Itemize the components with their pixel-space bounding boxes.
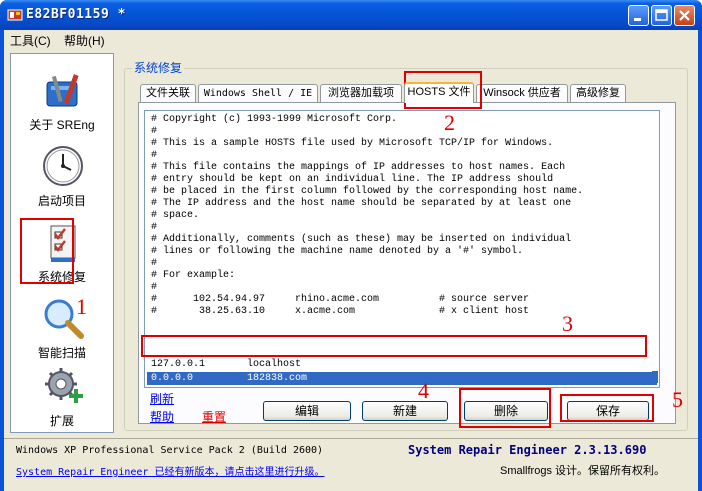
hosts-line: # (151, 126, 158, 137)
hosts-line: # 102.54.94.97 rhino.acme.com # source s… (151, 294, 530, 305)
annotation-number-4: 4 (418, 378, 429, 403)
tab-advanced-repair[interactable]: 高级修复 (570, 84, 626, 102)
tab-windows-shell-ie[interactable]: Windows Shell / IE (198, 84, 318, 102)
client-area: 工具(C) 帮助(H) 关于 SREng 启动项目 系统修复 智能扫描 扩展 系… (4, 30, 698, 491)
close-icon (679, 10, 690, 21)
annotation-box-delete (459, 388, 551, 428)
hosts-line: # (151, 282, 158, 293)
hosts-line: # (151, 258, 158, 269)
hosts-line: # The IP address and the host name shoul… (151, 198, 572, 209)
window-title: E82BF01159 * (26, 7, 126, 22)
maximize-button[interactable] (651, 5, 672, 26)
selection-end-marker (652, 371, 658, 383)
minimize-button[interactable] (628, 5, 649, 26)
annotation-box-save (560, 394, 654, 422)
sidebar-item-extensions[interactable]: 扩展 (11, 358, 113, 434)
hosts-line: # Copyright (c) 1993-1999 Microsoft Corp… (151, 114, 398, 125)
minimize-icon (634, 18, 641, 21)
hosts-line: # This file contains the mappings of IP … (151, 162, 566, 173)
new-button[interactable]: 新建 (362, 401, 448, 421)
edit-button[interactable]: 编辑 (263, 401, 351, 421)
sidebar-item-startup[interactable]: 启动项目 (11, 138, 113, 214)
app-version-title: System Repair Engineer 2.3.13.690 (408, 443, 647, 457)
refresh-link[interactable]: 刷新 (150, 390, 174, 407)
hosts-selected-line[interactable]: 0.0.0.0 182838.com (147, 372, 657, 385)
reset-link[interactable]: 重置 (202, 408, 226, 425)
hosts-line: # 38.25.63.10 x.acme.com # x client host (151, 306, 530, 317)
close-button[interactable] (674, 5, 695, 26)
maximize-icon (655, 9, 668, 21)
tab-hosts-file[interactable]: HOSTS 文件 (404, 82, 474, 103)
hosts-line: 127.0.0.1 localhost (151, 359, 302, 370)
annotation-number-1: 1 (76, 294, 87, 319)
hosts-line: # space. (151, 210, 200, 221)
update-link[interactable]: System Repair Engineer 已经有新版本，请点击这里进行升级。 (16, 463, 324, 478)
sidebar-item-smart-scan[interactable]: 智能扫描 (11, 290, 113, 366)
footer-divider (4, 438, 698, 439)
tab-browser-addons[interactable]: 浏览器加载项 (320, 84, 402, 102)
annotation-number-3: 3 (562, 311, 573, 336)
menu-bar: 工具(C) 帮助(H) (4, 30, 698, 50)
group-title: 系统修复 (132, 59, 185, 76)
hosts-line: # (151, 222, 158, 233)
annotation-number-2: 2 (444, 110, 455, 135)
sidebar-label-extensions: 扩展 (49, 414, 74, 428)
os-info: Windows XP Professional Service Pack 2 (… (16, 445, 324, 456)
toolbox-icon (46, 74, 79, 107)
sidebar-label-about: 关于 SREng (29, 118, 95, 132)
annotation-box-selected-line (141, 335, 647, 357)
tab-winsock-providers[interactable]: Winsock 供应者 (476, 84, 568, 102)
gear-plus-icon (45, 368, 83, 403)
clock-icon (43, 146, 83, 186)
app-icon (7, 9, 23, 21)
hosts-line: # entry should be kept on an individual … (151, 174, 554, 185)
tab-file-association[interactable]: 文件关联 (140, 84, 196, 102)
hosts-line: # For example: (151, 270, 236, 281)
app-window: E82BF01159 * 工具(C) 帮助(H) 关于 SREng 启动项目 系… (0, 0, 702, 491)
hosts-selected-text: 0.0.0.0 182838.com (151, 373, 308, 384)
hosts-line: # be placed in the first column followed… (151, 186, 584, 197)
sidebar-label-startup: 启动项目 (37, 194, 86, 208)
annotation-box-system-repair (20, 218, 74, 284)
hosts-line: # Additionally, comments (such as these)… (151, 234, 572, 245)
hosts-line: # (151, 150, 158, 161)
sidebar-item-about[interactable]: 关于 SREng (11, 62, 113, 138)
copyright-text: Smallfrogs 设计。保留所有权利。 (500, 465, 666, 477)
help-link[interactable]: 帮助 (150, 408, 174, 425)
annotation-number-5: 5 (672, 387, 683, 412)
title-bar[interactable]: E82BF01159 * (0, 0, 702, 30)
hosts-line: # lines or following the machine name de… (151, 246, 524, 257)
menu-help[interactable]: 帮助(H) (64, 32, 105, 49)
menu-tools[interactable]: 工具(C) (10, 32, 51, 49)
hosts-line: # This is a sample HOSTS file used by Mi… (151, 138, 554, 149)
